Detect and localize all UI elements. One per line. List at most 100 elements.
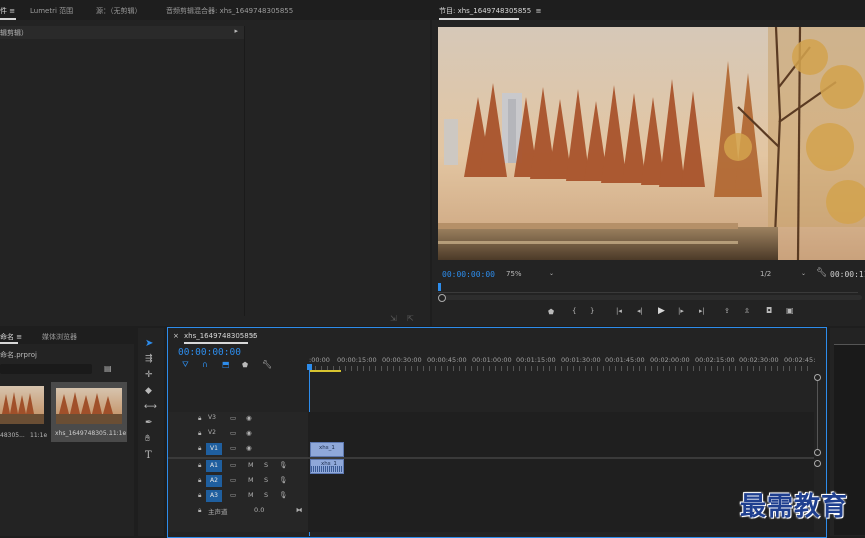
play-icon[interactable]: ▶ bbox=[658, 306, 665, 316]
clip-header-row: 辑剪辑） ▸ bbox=[0, 26, 244, 39]
lift-icon[interactable]: ⇪ bbox=[724, 307, 730, 315]
camera-icon[interactable]: ◘ bbox=[766, 306, 772, 315]
ruler-label: 00:02:30:00 bbox=[739, 356, 779, 364]
track-a1[interactable]: 🔒︎ A1 ▭ M S 🎙︎ bbox=[168, 459, 308, 473]
wrench-icon[interactable]: 🔧︎ bbox=[816, 268, 827, 278]
track-target[interactable]: A3 bbox=[206, 490, 222, 502]
mark-in-icon[interactable]: { bbox=[572, 307, 576, 315]
sync-icon[interactable]: ▭ bbox=[230, 476, 236, 484]
project-clip-selected[interactable]: xhs_1649748305... 11:1e bbox=[51, 382, 127, 442]
solo-button[interactable]: S bbox=[264, 461, 268, 469]
pen-tool-icon[interactable]: ✒ bbox=[145, 418, 153, 428]
track-a2[interactable]: 🔒︎ A2 ▭ M S 🎙︎ bbox=[168, 474, 308, 488]
track-select-tool-icon[interactable]: ⇶ bbox=[145, 354, 153, 364]
track-a3[interactable]: 🔒︎ A3 ▭ M S 🎙︎ bbox=[168, 489, 308, 503]
track-target[interactable]: A2 bbox=[206, 475, 222, 487]
step-back-icon[interactable]: ◂| bbox=[637, 307, 643, 315]
slip-tool-icon[interactable]: ⟷ bbox=[144, 402, 157, 412]
mute-button[interactable]: M bbox=[248, 461, 254, 469]
track-v3[interactable]: 🔒︎ V3 ▭ ◉ bbox=[168, 412, 308, 426]
project-search-input[interactable] bbox=[0, 364, 92, 374]
lock-icon[interactable]: 🔒︎ bbox=[198, 461, 201, 470]
mark-out-icon[interactable]: } bbox=[590, 307, 594, 315]
go-to-in-icon[interactable]: |◂ bbox=[616, 307, 622, 315]
film-icon[interactable]: ▭ bbox=[230, 429, 236, 437]
lock-icon[interactable]: 🔒︎ bbox=[198, 491, 201, 500]
hand-tool-icon[interactable]: ✋︎ bbox=[145, 434, 150, 444]
resolution-select[interactable]: 1/2 ⌄ bbox=[760, 270, 806, 278]
add-marker-tl-icon[interactable]: ⬒ bbox=[222, 360, 230, 369]
track-target[interactable]: A1 bbox=[206, 460, 222, 472]
chevron-down-icon: ⌄ bbox=[800, 270, 806, 277]
playhead-timecode[interactable]: 00:00:00:00 bbox=[442, 270, 495, 279]
timeline-settings-icon[interactable]: 🔧︎ bbox=[262, 360, 272, 369]
ripple-edit-tool-icon[interactable]: ✛ bbox=[145, 370, 153, 380]
go-to-out-icon[interactable]: ▸| bbox=[699, 307, 705, 315]
go-to-end-icon[interactable]: ⧓ bbox=[296, 506, 303, 514]
marker-icon[interactable]: ⬟ bbox=[242, 361, 248, 369]
solo-button[interactable]: S bbox=[264, 491, 268, 499]
step-forward-icon[interactable]: |▸ bbox=[678, 307, 684, 315]
add-marker-icon[interactable]: ⬟ bbox=[548, 308, 554, 316]
eye-icon[interactable]: ◉ bbox=[246, 429, 252, 437]
scrollbar-handle[interactable] bbox=[814, 374, 821, 381]
tab-effect-controls[interactable]: 件 ≡ bbox=[0, 6, 15, 16]
solo-button[interactable]: S bbox=[264, 476, 268, 484]
compare-view-icon[interactable]: ▣ bbox=[786, 306, 794, 315]
mic-icon[interactable]: 🎙︎ bbox=[279, 491, 287, 499]
timeline-close-icon[interactable]: × bbox=[173, 332, 179, 340]
timeline-timecode[interactable]: 00:00:00:00 bbox=[178, 347, 241, 358]
mute-button[interactable]: M bbox=[248, 491, 254, 499]
work-area-bar[interactable] bbox=[309, 370, 341, 372]
zoom-select[interactable]: 75% ⌄ bbox=[506, 270, 554, 278]
playhead-head-icon[interactable] bbox=[307, 364, 312, 370]
scrollbar-handle[interactable] bbox=[438, 294, 446, 302]
zoom-scrollbar[interactable] bbox=[438, 294, 862, 302]
tab-project[interactable]: 命名 ≡ bbox=[0, 332, 22, 342]
filter-icon[interactable]: ⇱ bbox=[407, 314, 414, 323]
export-frame-icon[interactable]: ⇲ bbox=[390, 314, 397, 323]
razor-tool-icon[interactable]: ◆ bbox=[145, 386, 152, 396]
snap-icon[interactable]: ⛛ bbox=[182, 360, 189, 370]
film-icon[interactable]: ▭ bbox=[230, 444, 236, 452]
track-master[interactable]: 🔒︎ 主声道 0.0 ⧓ bbox=[168, 504, 308, 518]
scrollbar-handle[interactable] bbox=[814, 460, 821, 467]
master-volume-value[interactable]: 0.0 bbox=[254, 506, 264, 514]
track-v1[interactable]: 🔒︎ V1 ▭ ◉ bbox=[168, 442, 308, 456]
mic-icon[interactable]: 🎙︎ bbox=[279, 476, 287, 484]
film-icon[interactable]: ▭ bbox=[230, 414, 236, 422]
audio-clip[interactable]: xhs_1 bbox=[310, 459, 344, 474]
extract-icon[interactable]: ⇫ bbox=[744, 307, 750, 315]
track-v2[interactable]: 🔒︎ V2 ▭ ◉ bbox=[168, 427, 308, 441]
lock-icon[interactable]: 🔒︎ bbox=[198, 444, 201, 453]
tab-lumetri-scopes[interactable]: Lumetri 范围 bbox=[30, 6, 73, 16]
lock-icon[interactable]: 🔒︎ bbox=[198, 414, 201, 423]
scrollbar-handle[interactable] bbox=[814, 449, 821, 456]
tab-sequence[interactable]: xhs_1649748305855 bbox=[184, 332, 258, 340]
sync-icon[interactable]: ▭ bbox=[230, 461, 236, 469]
video-clip[interactable]: xhs_1 bbox=[310, 442, 344, 457]
type-tool-icon[interactable]: T bbox=[145, 450, 152, 461]
tab-media-browser[interactable]: 媒体浏览器 bbox=[42, 332, 77, 342]
eye-icon[interactable]: ◉ bbox=[246, 444, 252, 452]
tab-program[interactable]: 节目: xhs_1649748305855 ≡ bbox=[439, 6, 542, 16]
project-clip-thumbnail[interactable] bbox=[0, 386, 44, 424]
tab-menu-icon[interactable]: ≡ bbox=[250, 332, 256, 340]
eye-icon[interactable]: ◉ bbox=[246, 414, 252, 422]
lock-icon[interactable]: 🔒︎ bbox=[198, 476, 201, 485]
track-target[interactable]: V1 bbox=[206, 443, 222, 455]
monitor-time-ruler[interactable] bbox=[438, 283, 858, 293]
tab-source[interactable]: 源：（无剪辑） bbox=[96, 6, 142, 16]
tab-audio-clip-mixer[interactable]: 音频剪辑混合器: xhs_1649748305855 bbox=[166, 6, 293, 16]
timeline-ruler[interactable]: :00:00 00:00:15:00 00:00:30:00 00:00:45:… bbox=[309, 352, 819, 372]
mute-button[interactable]: M bbox=[248, 476, 254, 484]
lock-icon[interactable]: 🔒︎ bbox=[198, 429, 201, 438]
mic-icon[interactable]: 🎙︎ bbox=[279, 461, 287, 469]
lock-icon[interactable]: 🔒︎ bbox=[198, 506, 201, 515]
sync-icon[interactable]: ▭ bbox=[230, 491, 236, 499]
expand-arrow-icon[interactable]: ▸ bbox=[234, 27, 238, 35]
new-bin-icon[interactable]: ▤ bbox=[104, 364, 112, 373]
linked-selection-icon[interactable]: ∩ bbox=[202, 360, 208, 369]
playhead-icon[interactable] bbox=[438, 283, 441, 291]
selection-tool-icon[interactable]: ➤ bbox=[145, 338, 153, 349]
